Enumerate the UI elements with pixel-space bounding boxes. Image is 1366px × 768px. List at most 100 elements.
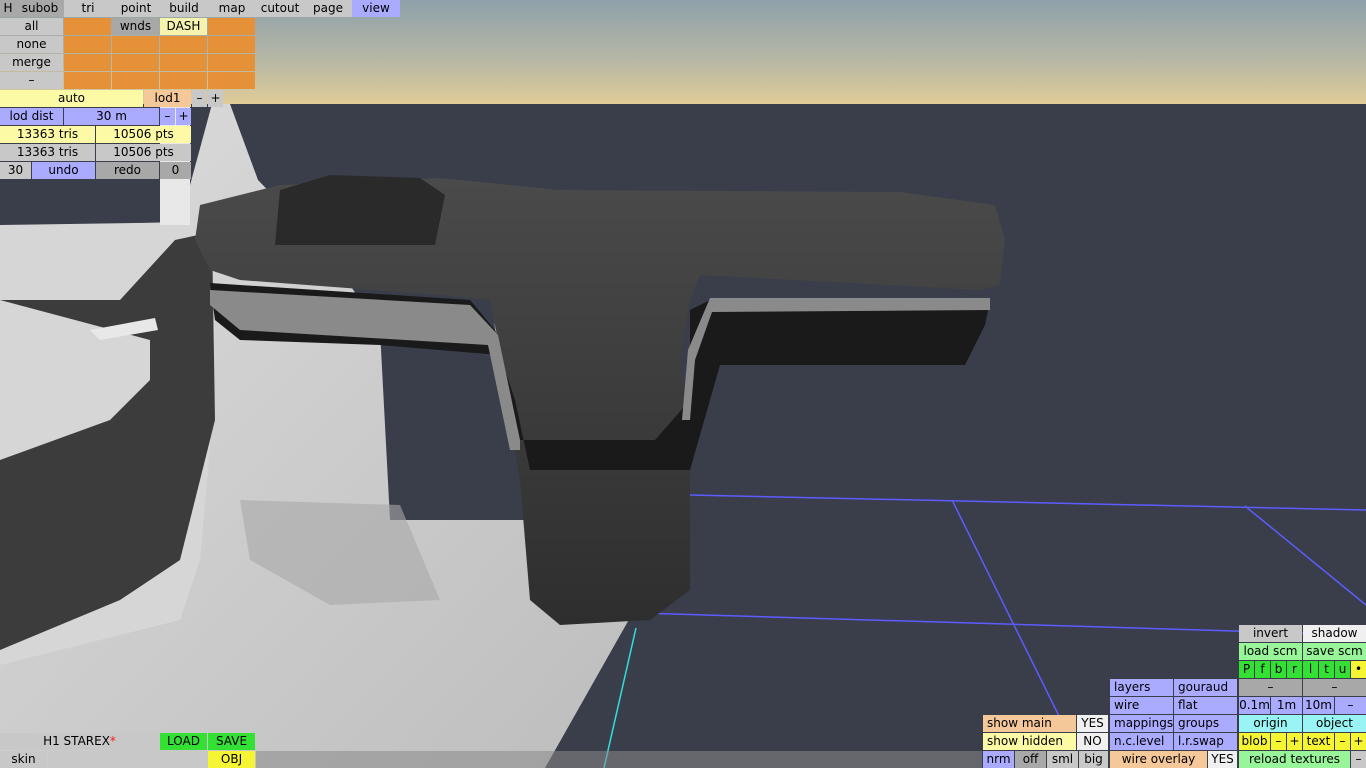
obj-button[interactable]: OBJ	[208, 751, 255, 768]
skin-label: skin	[0, 751, 47, 768]
modified-mark: *	[109, 734, 116, 748]
menu-page[interactable]: page	[304, 0, 352, 17]
blob-minus-button[interactable]: –	[1271, 733, 1286, 750]
wire-button[interactable]: wire	[1110, 697, 1173, 714]
menu-view[interactable]: view	[352, 0, 400, 17]
group-slot[interactable]	[64, 54, 111, 71]
lod-dist-label: lod dist	[0, 108, 63, 125]
shadow-button[interactable]: shadow	[1303, 625, 1366, 642]
undo-button[interactable]: undo	[32, 162, 95, 179]
reload-minus-button[interactable]: –	[1351, 751, 1366, 768]
show-hidden-label[interactable]: show hidden	[983, 733, 1076, 750]
grid-1m-button[interactable]: 1m	[1271, 697, 1302, 714]
show-main-value[interactable]: YES	[1077, 715, 1108, 732]
groups-button[interactable]: groups	[1174, 715, 1237, 732]
group-slot[interactable]	[208, 18, 255, 35]
group-slot[interactable]	[208, 36, 255, 53]
invert-button[interactable]: invert	[1239, 625, 1302, 642]
nc-level-button[interactable]: n.c.level	[1110, 733, 1173, 750]
wire-overlay-value[interactable]: YES	[1208, 751, 1237, 768]
select-all-button[interactable]: all	[0, 18, 63, 35]
group-slot[interactable]	[160, 36, 207, 53]
skin-field[interactable]	[48, 751, 207, 768]
group-slot[interactable]	[208, 54, 255, 71]
text-minus-button[interactable]: –	[1335, 733, 1350, 750]
file-name-text: H1 STAREX	[43, 734, 110, 748]
grid-10m-button[interactable]: 10m	[1303, 697, 1334, 714]
lod1-button[interactable]: lod1	[144, 90, 191, 107]
flag-t[interactable]: t	[1319, 661, 1334, 678]
lr-swap-button[interactable]: l.r.swap	[1174, 733, 1237, 750]
3d-viewport[interactable]	[0, 0, 1366, 768]
group-slot[interactable]	[112, 36, 159, 53]
flag-p[interactable]: P	[1239, 661, 1254, 678]
lod-dist-value: 30 m	[64, 108, 159, 125]
menu-point[interactable]: point	[112, 0, 160, 17]
lod-auto-button[interactable]: auto	[0, 90, 143, 107]
menu-h[interactable]: H	[0, 0, 16, 17]
flag-r[interactable]: r	[1287, 661, 1302, 678]
redo-button[interactable]: redo	[96, 162, 159, 179]
show-main-label[interactable]: show main	[983, 715, 1076, 732]
lod-dist-minus[interactable]: –	[160, 108, 175, 125]
save-scm-button[interactable]: save scm	[1303, 643, 1366, 660]
blob-button[interactable]: blob	[1239, 733, 1270, 750]
reload-textures-button[interactable]: reload textures	[1239, 751, 1350, 768]
mappings-button[interactable]: mappings	[1110, 715, 1173, 732]
flag-dot-button[interactable]: •	[1351, 661, 1366, 678]
status-bar	[256, 751, 982, 768]
tri-count: 13363 tris	[0, 126, 95, 143]
load-button[interactable]: LOAD	[160, 733, 207, 750]
wire-overlay-label[interactable]: wire overlay	[1110, 751, 1207, 768]
layers-button[interactable]: layers	[1110, 679, 1173, 696]
size-big-button[interactable]: big	[1079, 751, 1108, 768]
point-count: 10506 pts	[96, 126, 191, 143]
dash-button-1[interactable]: –	[1239, 679, 1302, 696]
menu-map[interactable]: map	[208, 0, 256, 17]
text-plus-button[interactable]: +	[1351, 733, 1366, 750]
menu-tri[interactable]: tri	[64, 0, 112, 17]
sel-minus-button[interactable]: –	[0, 72, 63, 89]
flat-button[interactable]: flat	[1174, 697, 1237, 714]
grid-01m-button[interactable]: 0.1m	[1239, 697, 1270, 714]
text-button[interactable]: text	[1303, 733, 1334, 750]
group-wnds[interactable]: wnds	[112, 18, 159, 35]
flag-f[interactable]: f	[1255, 661, 1270, 678]
size-off-button[interactable]: off	[1015, 751, 1046, 768]
undo-count: 30	[0, 162, 31, 179]
save-button[interactable]: SAVE	[208, 733, 255, 750]
group-slot[interactable]	[64, 36, 111, 53]
menu-cutout[interactable]: cutout	[256, 0, 304, 17]
group-slot[interactable]	[160, 72, 207, 89]
lod-plus-button[interactable]: +	[208, 90, 223, 107]
origin-button[interactable]: origin	[1239, 715, 1302, 732]
group-slot[interactable]	[64, 72, 111, 89]
size-nrm-button[interactable]: nrm	[983, 751, 1014, 768]
lod-minus-button[interactable]: –	[192, 90, 207, 107]
group-dash[interactable]: DASH	[160, 18, 207, 35]
flag-l[interactable]: l	[1303, 661, 1318, 678]
tri-count-total: 13363 tris	[0, 144, 95, 161]
flag-u[interactable]: u	[1335, 661, 1350, 678]
dash-button-2[interactable]: –	[1303, 679, 1366, 696]
group-slot[interactable]	[112, 72, 159, 89]
lod-dist-plus[interactable]: +	[176, 108, 191, 125]
load-scm-button[interactable]: load scm	[1239, 643, 1302, 660]
blob-plus-button[interactable]: +	[1287, 733, 1302, 750]
group-slot[interactable]	[208, 72, 255, 89]
select-none-button[interactable]: none	[0, 36, 63, 53]
size-sml-button[interactable]: sml	[1047, 751, 1078, 768]
group-slot[interactable]	[160, 54, 207, 71]
group-slot[interactable]	[64, 18, 111, 35]
file-name: H1 STAREX*	[0, 733, 159, 750]
grid-minus-button[interactable]: –	[1335, 697, 1366, 714]
merge-button[interactable]: merge	[0, 54, 63, 71]
menu-subob[interactable]: subob	[16, 0, 64, 17]
gouraud-button[interactable]: gouraud	[1174, 679, 1237, 696]
menu-build[interactable]: build	[160, 0, 208, 17]
show-hidden-value[interactable]: NO	[1077, 733, 1108, 750]
group-slot[interactable]	[112, 54, 159, 71]
object-button[interactable]: object	[1303, 715, 1366, 732]
flag-b[interactable]: b	[1271, 661, 1286, 678]
point-count-total: 10506 pts	[96, 144, 191, 161]
